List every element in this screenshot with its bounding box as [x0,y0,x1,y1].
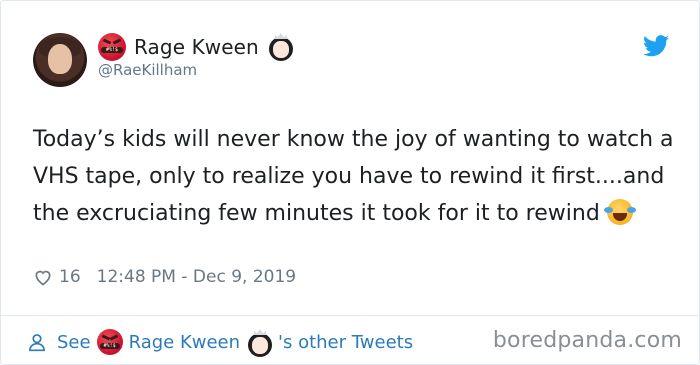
footer-divider [1,315,699,316]
see-other-tweets-link[interactable]: See #%!$ Rage Kween 's other Tweets [27,327,413,357]
boredpanda-watermark: boredpanda.com [492,328,682,353]
avatar[interactable] [33,33,87,87]
tears-of-joy-emoji-icon [603,199,636,225]
like-count[interactable]: 16 [59,267,81,287]
person-icon [29,334,45,352]
rage-emoji-brow [109,334,118,341]
joy-emoji-tear [603,207,613,213]
princess-emoji-icon [246,329,273,357]
heart-icon[interactable] [33,267,53,287]
tweet-card: #%!$ Rage Kween @RaeKillham Today’s kids… [0,0,700,365]
princess-emoji-crown [254,329,267,335]
princess-emoji-icon [267,33,295,61]
author-name-row[interactable]: #%!$ Rage Kween [98,31,295,63]
tweet-timestamp[interactable]: 12:48 PM - Dec 9, 2019 [97,267,296,287]
princess-emoji-face [252,337,269,354]
pouting-face-emoji-icon: #%!$ [96,329,123,355]
princess-emoji-crown [274,33,287,39]
joy-emoji-tear [626,207,636,213]
rage-emoji-brow [102,38,112,45]
avatar-face [48,44,72,74]
see-label: See [57,331,91,353]
rage-emoji-brow [101,334,110,341]
author-handle[interactable]: @RaeKillham [98,61,197,79]
pouting-face-emoji-icon: #%!$ [98,33,126,61]
rage-emoji-symbols: #%!$ [99,343,120,349]
rage-emoji-symbols: #%!$ [101,47,123,53]
princess-emoji-face [272,41,289,58]
tweet-text-body: Today’s kids will never know the joy of … [33,127,674,226]
author-display-name[interactable]: Rage Kween [134,35,259,59]
other-tweets-label: 's other Tweets [278,331,414,353]
joy-emoji-mouth [612,213,627,221]
tweet-text: Today’s kids will never know the joy of … [33,121,683,232]
footer-author-name: Rage Kween [128,331,241,353]
rage-emoji-brow [112,38,122,45]
twitter-bird-icon[interactable] [643,35,669,57]
tweet-meta: 16 12:48 PM - Dec 9, 2019 [33,263,296,291]
